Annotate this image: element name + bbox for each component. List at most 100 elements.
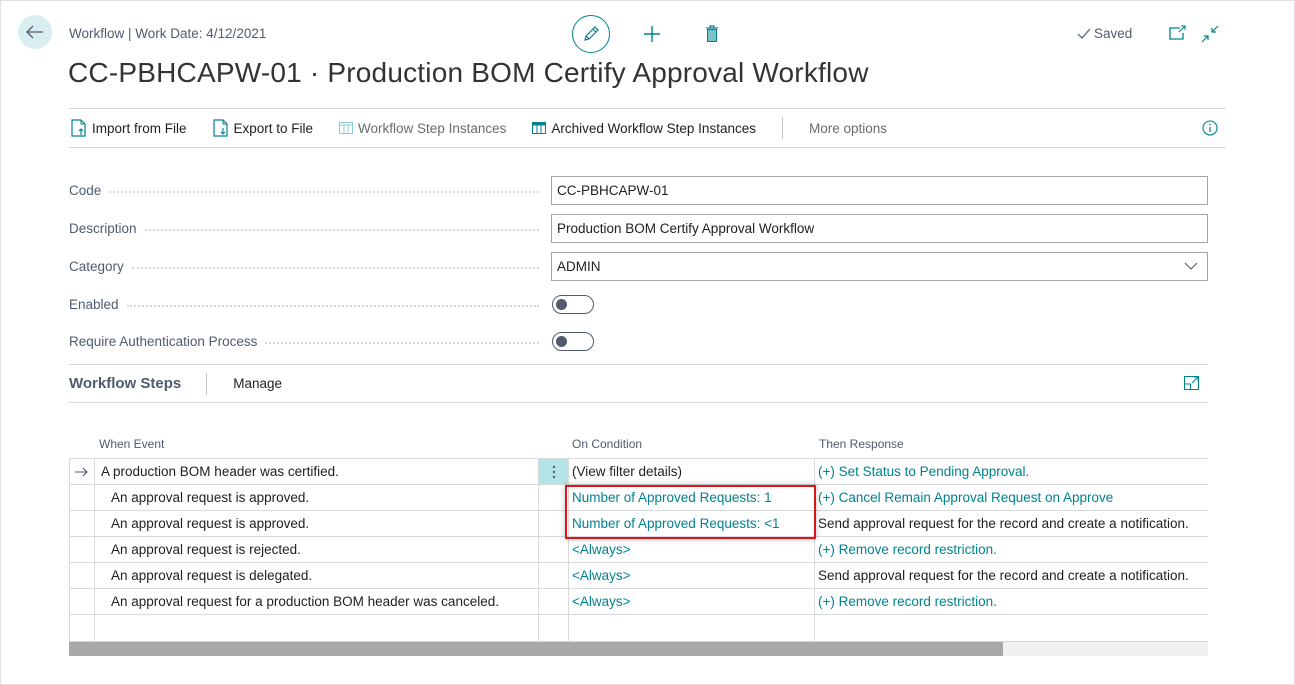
empty-cell[interactable] (94, 615, 538, 641)
action-bar: Import from File Export to File Workflow… (69, 108, 1226, 148)
condition-link[interactable]: Number of Approved Requests: 1 (572, 490, 772, 505)
chevron-down-icon[interactable] (1184, 262, 1198, 270)
popout-button[interactable] (1169, 25, 1187, 41)
row-indicator (69, 485, 94, 510)
table-row[interactable]: An approval request is delegated. <Always… (69, 563, 1208, 589)
when-event-cell[interactable]: An approval request is delegated. (94, 563, 538, 588)
arrow-right-icon (75, 467, 88, 476)
row-indicator (69, 589, 94, 614)
trash-icon (706, 25, 718, 42)
column-header-on-condition[interactable]: On Condition (568, 433, 814, 458)
on-condition-cell[interactable]: <Always> (568, 589, 814, 614)
when-event-cell[interactable]: A production BOM header was certified. (94, 459, 538, 484)
response-link[interactable]: Send approval request for the record and… (818, 516, 1189, 531)
condition-link[interactable]: Number of Approved Requests: <1 (572, 516, 780, 531)
condition-link[interactable]: <Always> (572, 542, 631, 557)
delete-button[interactable] (704, 24, 720, 44)
new-button[interactable] (642, 24, 662, 44)
description-input[interactable]: Production BOM Certify Approval Workflow (551, 213, 1208, 243)
row-menu-cell[interactable] (538, 459, 568, 484)
workflow-step-instances-label: Workflow Step Instances (358, 120, 507, 136)
collapse-button[interactable] (1201, 25, 1219, 43)
workflow-steps-title[interactable]: Workflow Steps (69, 372, 208, 395)
when-event-cell[interactable]: An approval request for a production BOM… (94, 589, 538, 614)
table-row[interactable]: An approval request is approved. Number o… (69, 485, 1208, 511)
row-menu-cell (538, 563, 568, 588)
code-input[interactable]: CC-PBHCAPW-01 (551, 175, 1208, 205)
manage-menu[interactable]: Manage (233, 376, 282, 391)
event-text: An approval request is rejected. (111, 542, 301, 557)
when-event-cell[interactable]: An approval request is rejected. (94, 537, 538, 562)
condition-link[interactable]: <Always> (572, 594, 631, 609)
leader-dots (126, 305, 539, 307)
export-to-file-action[interactable]: Export to File (212, 119, 313, 137)
import-from-file-action[interactable]: Import from File (71, 119, 187, 137)
response-link[interactable]: (+) Set Status to Pending Approval. (818, 464, 1029, 479)
on-condition-cell[interactable]: <Always> (568, 563, 814, 588)
when-event-cell[interactable]: An approval request is approved. (94, 485, 538, 510)
response-link[interactable]: Send approval request for the record and… (818, 568, 1189, 583)
then-response-cell[interactable]: (+) Remove record restriction. (814, 537, 1208, 562)
horizontal-scrollbar[interactable] (69, 642, 1208, 656)
empty-cell[interactable] (69, 615, 94, 641)
saved-label: Saved (1094, 26, 1133, 41)
field-description: Description Production BOM Certify Appro… (69, 213, 1208, 243)
row-indicator (69, 563, 94, 588)
when-event-cell[interactable]: An approval request is approved. (94, 511, 538, 536)
more-vertical-icon[interactable] (552, 465, 556, 479)
condition-link[interactable]: (View filter details) (572, 464, 682, 479)
scrollbar-thumb[interactable] (69, 642, 1003, 656)
table-row[interactable]: An approval request for a production BOM… (69, 589, 1208, 615)
enabled-toggle[interactable] (552, 294, 594, 314)
then-response-cell[interactable]: Send approval request for the record and… (814, 511, 1208, 536)
code-label: Code (69, 182, 102, 198)
row-menu-cell (538, 537, 568, 562)
response-link[interactable]: (+) Remove record restriction. (818, 542, 997, 557)
require-authentication-toggle[interactable] (552, 331, 594, 351)
info-icon (1202, 120, 1218, 136)
table-row[interactable]: An approval request is rejected. <Always>… (69, 537, 1208, 563)
table-row[interactable]: A production BOM header was certified. (V… (69, 459, 1208, 485)
edit-button[interactable] (572, 15, 610, 53)
event-text: An approval request for a production BOM… (111, 594, 499, 609)
then-response-cell[interactable]: (+) Set Status to Pending Approval. (814, 459, 1208, 484)
response-link[interactable]: (+) Remove record restriction. (818, 594, 997, 609)
field-category: Category ADMIN (69, 251, 1208, 281)
workflow-steps-grid: When Event On Condition Then Response A … (69, 433, 1208, 642)
then-response-cell[interactable]: (+) Cancel Remain Approval Request on Ap… (814, 485, 1208, 510)
event-text: A production BOM header was certified. (101, 464, 339, 479)
table-icon (339, 122, 354, 134)
table-row[interactable]: An approval request is approved. Number o… (69, 511, 1208, 537)
enabled-label: Enabled (69, 296, 119, 312)
empty-cell[interactable] (814, 615, 1208, 641)
empty-new-row[interactable] (69, 615, 1208, 642)
then-response-cell[interactable]: Send approval request for the record and… (814, 563, 1208, 588)
column-header-when-event[interactable]: When Event (94, 433, 538, 458)
empty-cell[interactable] (568, 615, 814, 641)
empty-cell[interactable] (538, 615, 568, 641)
on-condition-cell[interactable]: (View filter details) (568, 459, 814, 484)
row-menu-cell (538, 485, 568, 510)
more-options-button[interactable]: More options (809, 121, 887, 136)
workflow-step-instances-action[interactable]: Workflow Step Instances (339, 121, 506, 136)
field-code: Code CC-PBHCAPW-01 (69, 175, 1208, 205)
condition-link[interactable]: <Always> (572, 568, 631, 583)
leader-dots (131, 267, 539, 269)
column-header-then-response[interactable]: Then Response (814, 433, 1208, 458)
event-text: An approval request is delegated. (111, 568, 313, 583)
info-button[interactable] (1202, 120, 1218, 136)
expand-part-button[interactable] (1184, 376, 1200, 392)
open-in-new-window-icon (1169, 25, 1186, 40)
response-link[interactable]: (+) Cancel Remain Approval Request on Ap… (818, 490, 1113, 505)
then-response-cell[interactable]: (+) Remove record restriction. (814, 589, 1208, 614)
checkmark-icon (1077, 28, 1091, 39)
leader-dots (109, 191, 539, 193)
back-button[interactable] (18, 15, 52, 49)
on-condition-cell[interactable]: Number of Approved Requests: <1 (568, 511, 814, 536)
saved-status: Saved (1077, 26, 1132, 41)
on-condition-cell[interactable]: <Always> (568, 537, 814, 562)
archived-workflow-step-instances-action[interactable]: Archived Workflow Step Instances (532, 121, 756, 136)
on-condition-cell[interactable]: Number of Approved Requests: 1 (568, 485, 814, 510)
category-select[interactable]: ADMIN (551, 251, 1208, 281)
require-authentication-label: Require Authentication Process (69, 333, 258, 349)
